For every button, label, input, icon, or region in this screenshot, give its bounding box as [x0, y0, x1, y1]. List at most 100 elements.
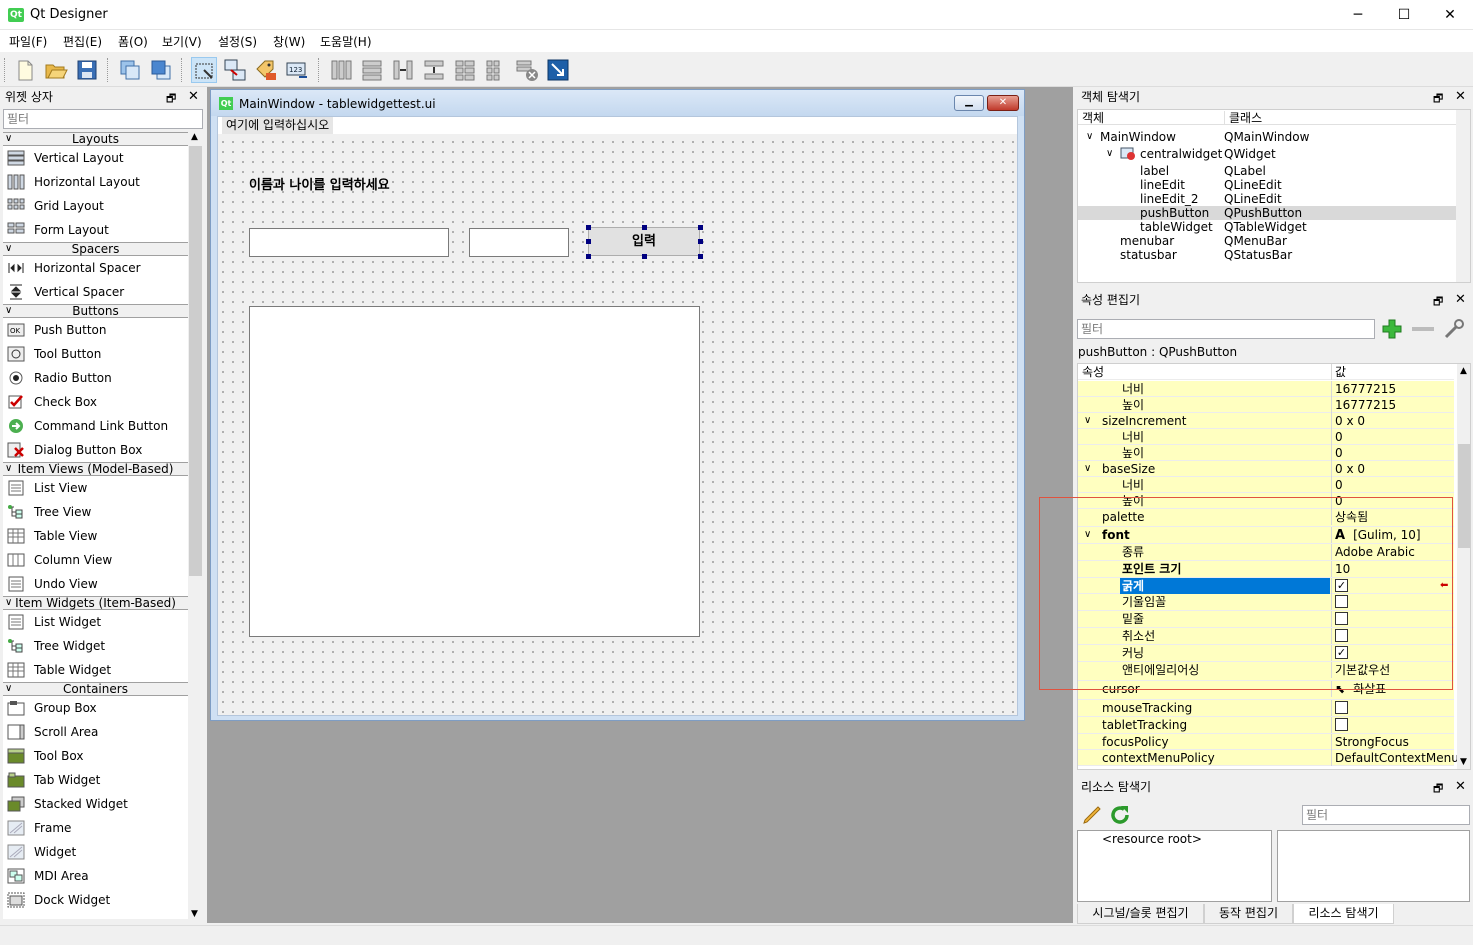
- object-tree-scrollbar[interactable]: [1456, 110, 1470, 282]
- float-dock-icon[interactable]: 🗗: [1433, 780, 1443, 799]
- menu-view[interactable]: 보기(V): [162, 33, 202, 50]
- break-layout-icon[interactable]: [514, 57, 540, 83]
- property-row-focuspolicy[interactable]: focusPolicy StrongFocus: [1078, 734, 1454, 750]
- property-row-tablettracking[interactable]: tabletTracking: [1078, 717, 1454, 734]
- property-row-prop-0[interactable]: 너비 16777215: [1078, 381, 1454, 397]
- menu-form[interactable]: 폼(O): [118, 33, 148, 50]
- object-row-statusbar[interactable]: statusbar QStatusBar: [1078, 248, 1456, 262]
- form-window[interactable]: Qt MainWindow - tablewidgettest.ui ▁ ✕ 여…: [210, 89, 1025, 721]
- form-label[interactable]: 이름과 나이를 입력하세요: [249, 174, 390, 193]
- property-row-prop-1[interactable]: 높이 16777215: [1078, 397, 1454, 413]
- widget-item-check-box[interactable]: Check Box: [3, 390, 188, 414]
- category-layouts[interactable]: ∨ Layouts: [3, 132, 188, 146]
- open-folder-icon[interactable]: [43, 57, 69, 83]
- input-push-button[interactable]: 입력: [588, 227, 700, 256]
- object-row-tablewidget[interactable]: tableWidget QTableWidget: [1078, 220, 1456, 234]
- unchecked-checkbox[interactable]: [1335, 701, 1348, 714]
- menu-settings[interactable]: 설정(S): [218, 33, 257, 50]
- remove-property-icon[interactable]: [1412, 327, 1434, 331]
- col-header-property[interactable]: 속성: [1082, 364, 1104, 380]
- name-line-edit[interactable]: [249, 228, 449, 257]
- form-minimize-button[interactable]: ▁: [954, 95, 984, 111]
- property-value[interactable]: 0: [1335, 477, 1343, 493]
- new-file-icon[interactable]: [12, 57, 38, 83]
- widget-item-tool-box[interactable]: Tool Box: [3, 744, 188, 768]
- widget-item-horizontal-layout[interactable]: Horizontal Layout: [3, 170, 188, 194]
- minimize-button[interactable]: ─: [1335, 0, 1381, 30]
- widget-item-command-link-button[interactable]: Command Link Button: [3, 414, 188, 438]
- widget-item-vertical-layout[interactable]: Vertical Layout: [3, 146, 188, 170]
- property-value[interactable]: DefaultContextMenu: [1335, 750, 1459, 766]
- property-row-sizeincrement[interactable]: ∨ sizeIncrement 0 x 0: [1078, 413, 1454, 429]
- chevron-down-icon[interactable]: ∨: [1086, 130, 1093, 144]
- object-row-mainwindow[interactable]: ∨ MainWindow QMainWindow: [1078, 130, 1456, 144]
- tab-signal-slot-editor[interactable]: 시그널/슬롯 편집기: [1077, 904, 1204, 924]
- form-menu-placeholder[interactable]: 여기에 입력하십시오: [222, 117, 334, 134]
- widget-item-push-button[interactable]: OK Push Button: [3, 318, 188, 342]
- grid-layout-icon[interactable]: [483, 57, 509, 83]
- reload-icon[interactable]: [1108, 803, 1132, 827]
- object-row-centralwidget[interactable]: ∨ centralwidget QWidget: [1078, 147, 1456, 161]
- property-filter-input[interactable]: 필터: [1077, 319, 1375, 339]
- configure-icon[interactable]: [1442, 317, 1466, 341]
- col-header-object[interactable]: 객체: [1082, 111, 1104, 125]
- vertical-splitter-icon[interactable]: [421, 57, 447, 83]
- menu-window[interactable]: 창(W): [273, 33, 305, 50]
- object-row-lineedit[interactable]: lineEdit QLineEdit: [1078, 178, 1456, 192]
- add-dynamic-property-icon[interactable]: [1380, 317, 1404, 341]
- object-row-pushbutton[interactable]: pushButton QPushButton: [1078, 206, 1456, 220]
- lay-out-vertically-icon[interactable]: [359, 57, 385, 83]
- property-row-mousetracking[interactable]: mouseTracking: [1078, 700, 1454, 717]
- widget-item-tree-view[interactable]: Tree View: [3, 500, 188, 524]
- widget-item-tree-widget[interactable]: Tree Widget: [3, 634, 188, 658]
- send-to-back-icon[interactable]: [117, 57, 143, 83]
- property-row-prop-4[interactable]: 높이 0: [1078, 445, 1454, 461]
- edit-buddies-icon[interactable]: [253, 57, 279, 83]
- widget-item-undo-view[interactable]: Undo View: [3, 572, 188, 596]
- menu-help[interactable]: 도움말(H): [320, 33, 372, 50]
- widget-item-group-box[interactable]: Group Box: [3, 696, 188, 720]
- widget-item-scroll-area[interactable]: Scroll Area: [3, 720, 188, 744]
- tab-resource-browser[interactable]: 리소스 탐색기: [1293, 904, 1394, 924]
- category-item-widgets-item-based[interactable]: ∨ Item Widgets (Item-Based): [3, 596, 188, 610]
- widget-item-grid-layout[interactable]: Grid Layout: [3, 194, 188, 218]
- property-value[interactable]: 0 x 0: [1335, 413, 1365, 429]
- float-dock-icon[interactable]: 🗗: [1433, 90, 1443, 109]
- close-dock-icon[interactable]: ✕: [188, 89, 199, 104]
- close-button[interactable]: ✕: [1427, 0, 1473, 30]
- property-value[interactable]: [1335, 717, 1348, 733]
- widget-item-table-view[interactable]: Table View: [3, 524, 188, 548]
- close-dock-icon[interactable]: ✕: [1455, 779, 1466, 794]
- chevron-down-icon[interactable]: ∨: [1084, 461, 1091, 477]
- tab-action-editor[interactable]: 동작 편집기: [1204, 904, 1293, 924]
- float-dock-icon[interactable]: 🗗: [1433, 293, 1443, 312]
- menu-file[interactable]: 파일(F): [9, 33, 47, 50]
- object-row-lineedit-2[interactable]: lineEdit_2 QLineEdit: [1078, 192, 1456, 206]
- property-value[interactable]: [1335, 700, 1348, 716]
- widget-item-list-widget[interactable]: List Widget: [3, 610, 188, 634]
- resource-filter-input[interactable]: 필터: [1302, 805, 1470, 825]
- category-buttons[interactable]: ∨ Buttons: [3, 304, 188, 318]
- widget-item-frame[interactable]: Frame: [3, 816, 188, 840]
- widget-item-widget[interactable]: Widget: [3, 840, 188, 864]
- age-line-edit[interactable]: [469, 228, 569, 257]
- widget-item-tool-button[interactable]: Tool Button: [3, 342, 188, 366]
- bring-to-front-icon[interactable]: [148, 57, 174, 83]
- close-dock-icon[interactable]: ✕: [1455, 89, 1466, 104]
- property-row-prop-3[interactable]: 너비 0: [1078, 429, 1454, 445]
- col-header-value[interactable]: 값: [1335, 364, 1346, 380]
- unchecked-checkbox[interactable]: [1335, 718, 1348, 731]
- horizontal-splitter-icon[interactable]: [390, 57, 416, 83]
- form-close-button[interactable]: ✕: [987, 95, 1019, 111]
- category-spacers[interactable]: ∨ Spacers: [3, 242, 188, 256]
- adjust-size-icon[interactable]: [545, 57, 571, 83]
- widget-item-radio-button[interactable]: Radio Button: [3, 366, 188, 390]
- widget-item-dock-widget[interactable]: Dock Widget: [3, 888, 188, 912]
- widget-item-list-view[interactable]: List View: [3, 476, 188, 500]
- form-canvas[interactable]: 여기에 입력하십시오 이름과 나이를 입력하세요 입력: [217, 116, 1018, 716]
- edit-widgets-icon[interactable]: [191, 57, 217, 83]
- property-value[interactable]: 0: [1335, 445, 1343, 461]
- widget-item-column-view[interactable]: Column View: [3, 548, 188, 572]
- widget-item-dialog-button-box[interactable]: Dialog Button Box: [3, 438, 188, 462]
- form-layout-icon[interactable]: [452, 57, 478, 83]
